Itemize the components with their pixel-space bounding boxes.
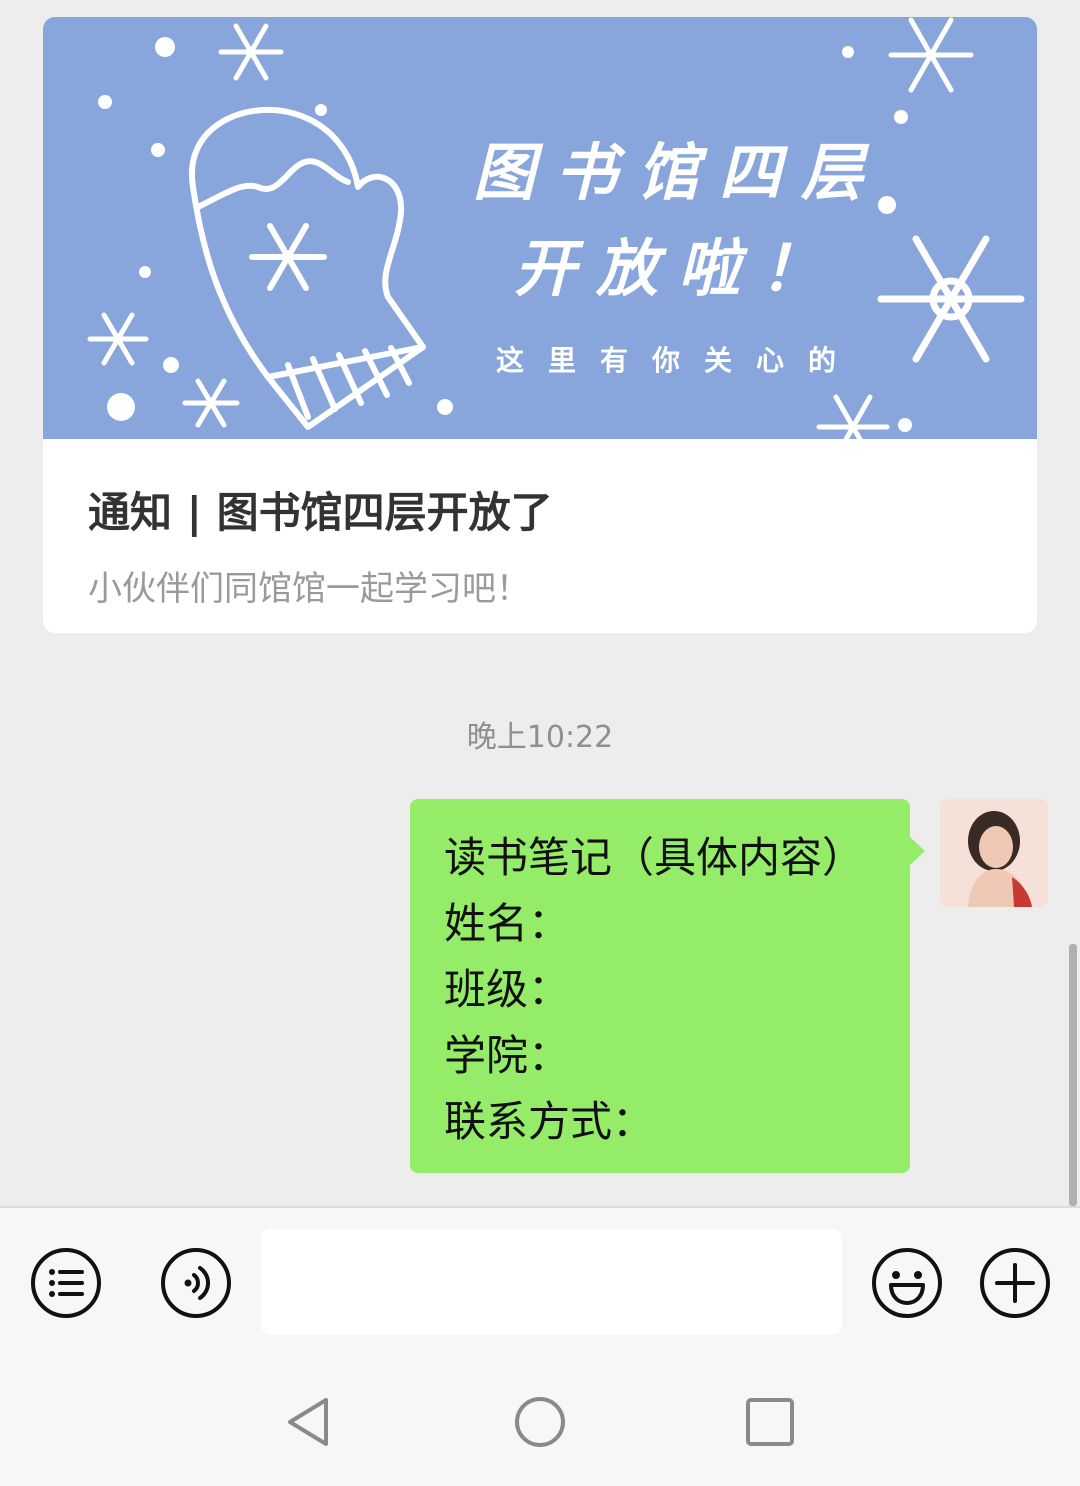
- menu-button[interactable]: [30, 1247, 102, 1319]
- cover-title-line1: 图书馆四层: [472, 136, 883, 209]
- message-line: 联系方式：: [444, 1097, 655, 1146]
- nav-home-button[interactable]: [512, 1394, 568, 1450]
- message-input[interactable]: [261, 1229, 842, 1335]
- article-description: 小伙伴们同馆馆一起学习吧！: [88, 569, 530, 609]
- input-bar: [0, 1206, 1080, 1358]
- list-menu-icon: [31, 1248, 101, 1318]
- home-circle-icon: [515, 1397, 565, 1447]
- article-card[interactable]: 图书馆四层 开放啦！ 这里有你关心的 通知 | 图书馆四层开放了 小伙伴们同馆馆…: [43, 17, 1037, 633]
- article-title: 通知 | 图书馆四层开放了: [88, 488, 553, 537]
- cover-title: 图书馆四层 开放啦！: [463, 125, 893, 317]
- message-line: 班级：: [444, 965, 571, 1014]
- nav-back-button[interactable]: [282, 1394, 338, 1450]
- voice-button[interactable]: [160, 1247, 232, 1319]
- message-timestamp: 晚上10:22: [466, 720, 614, 755]
- emoji-button[interactable]: [871, 1247, 943, 1319]
- article-cover-image: 图书馆四层 开放啦！ 这里有你关心的: [43, 17, 1037, 439]
- sent-message-bubble[interactable]: 读书笔记（具体内容） 姓名： 班级： 学院： 联系方式：: [410, 799, 925, 1173]
- cover-title-line2: 开放啦！: [513, 232, 842, 305]
- avatar-image: [940, 799, 1048, 907]
- more-button[interactable]: [979, 1247, 1051, 1319]
- chat-area[interactable]: 图书馆四层 开放啦！ 这里有你关心的 通知 | 图书馆四层开放了 小伙伴们同馆馆…: [0, 0, 1080, 1206]
- message-line: 读书笔记（具体内容）: [444, 833, 865, 882]
- message-line: 学院：: [444, 1031, 571, 1080]
- message-line: 姓名：: [444, 899, 571, 948]
- emoji-icon: [872, 1248, 942, 1318]
- cover-subtitle: 这里有你关心的: [495, 344, 860, 377]
- avatar[interactable]: [940, 799, 1048, 907]
- back-triangle-icon: [288, 1398, 328, 1446]
- nav-recents-button[interactable]: [742, 1394, 798, 1450]
- voice-icon: [161, 1248, 231, 1318]
- plus-icon: [980, 1248, 1050, 1318]
- recents-square-icon: [746, 1398, 794, 1446]
- system-nav-bar: [0, 1356, 1080, 1486]
- scrollbar[interactable]: [1069, 944, 1077, 1206]
